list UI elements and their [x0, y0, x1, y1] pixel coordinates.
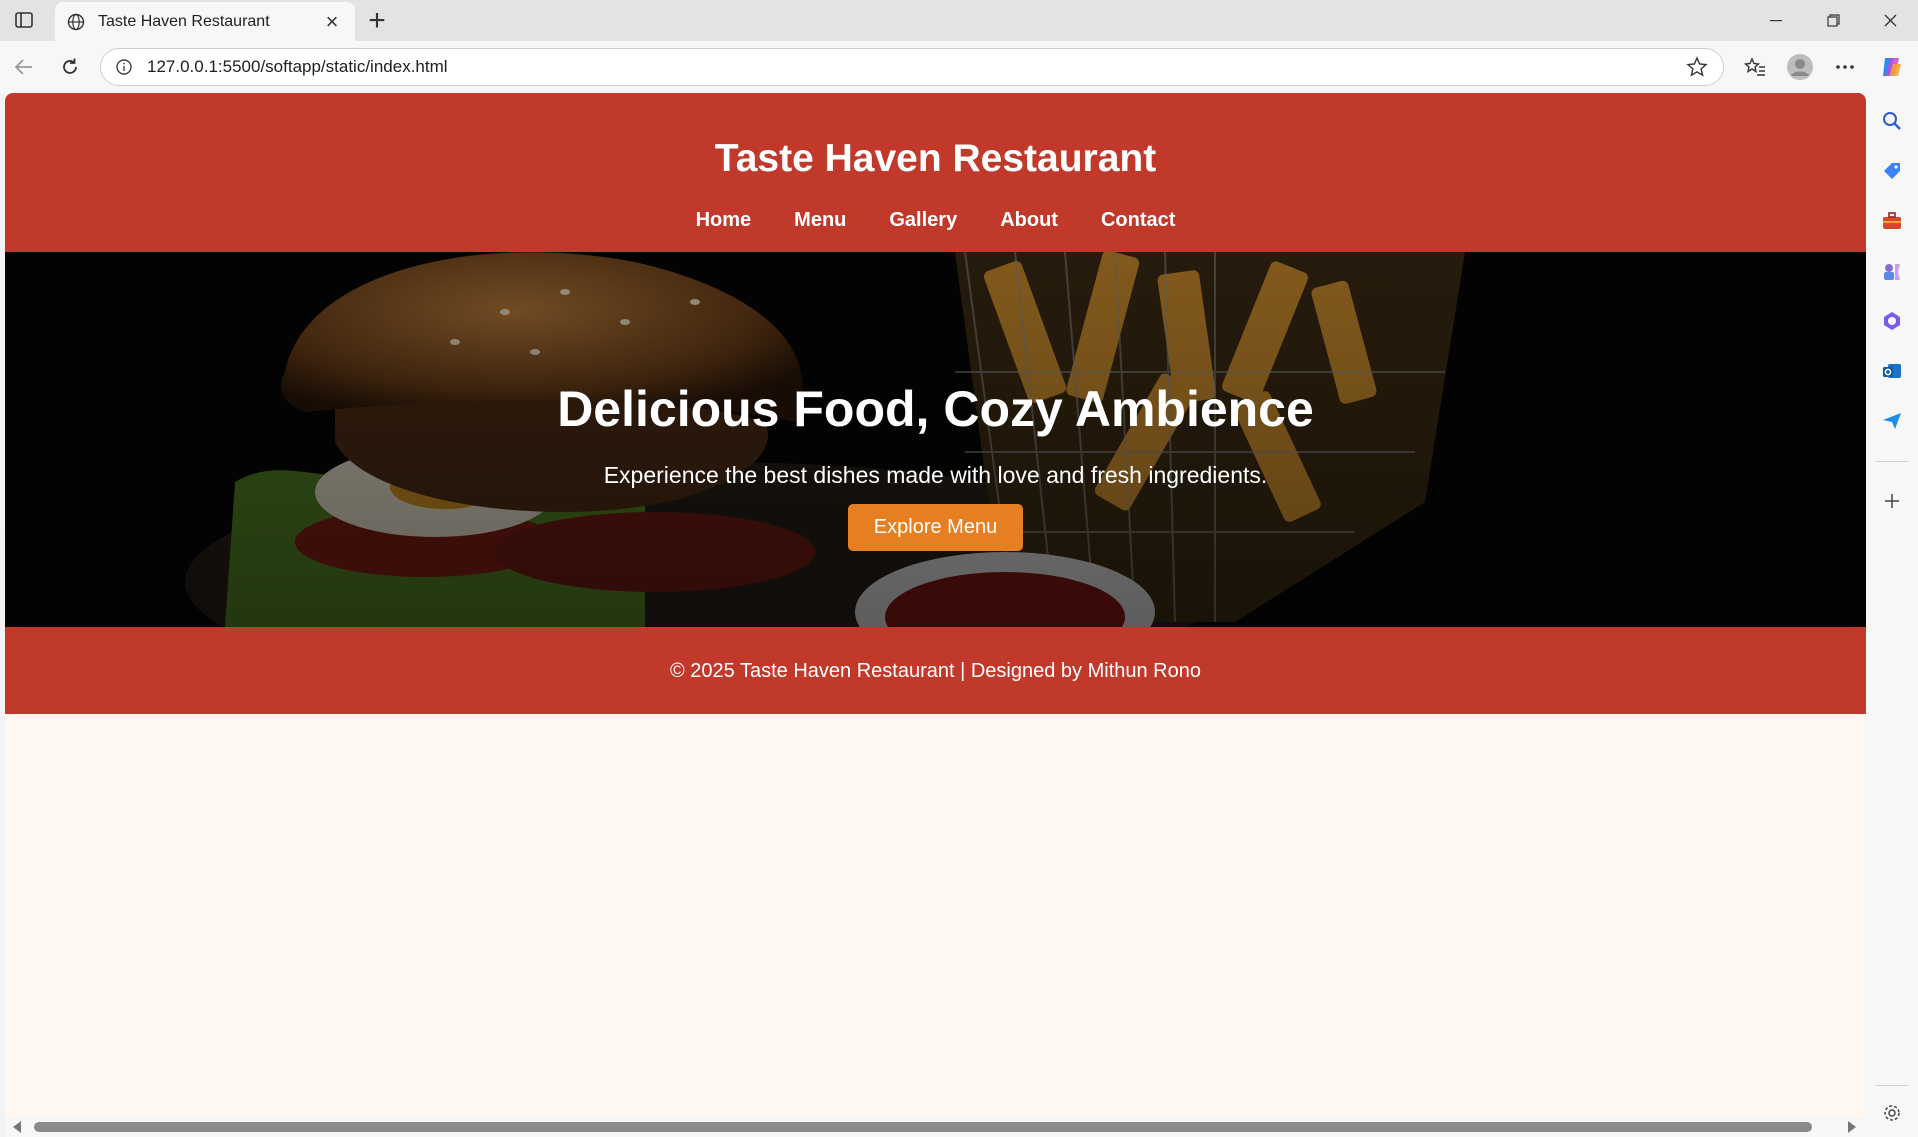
horizontal-scrollbar[interactable] [5, 1117, 1866, 1137]
tab-actions-icon[interactable] [10, 8, 38, 32]
url-text[interactable]: 127.0.0.1:5500/softapp/static/index.html [147, 57, 1685, 77]
browser-titlebar: Taste Haven Restaurant × + [0, 0, 1918, 41]
nav-link-contact[interactable]: Contact [1101, 209, 1175, 232]
settings-icon[interactable] [1878, 1099, 1906, 1127]
scrollbar-thumb[interactable] [34, 1122, 1812, 1132]
more-options-icon[interactable] [1829, 51, 1861, 83]
nav-link-home[interactable]: Home [696, 209, 752, 232]
site-footer: © 2025 Taste Haven Restaurant | Designed… [5, 627, 1866, 714]
hero-subtitle: Experience the best dishes made with lov… [603, 462, 1268, 488]
copilot-icon[interactable] [1876, 51, 1908, 83]
games-icon[interactable] [1878, 257, 1906, 285]
send-icon[interactable] [1878, 407, 1906, 435]
tab-close-icon[interactable]: × [321, 9, 343, 34]
nav-link-menu[interactable]: Menu [794, 209, 846, 232]
sidebar-divider [1876, 461, 1908, 462]
minimize-icon[interactable] [1748, 0, 1804, 41]
outlook-icon[interactable] [1878, 357, 1906, 385]
favorites-icon[interactable] [1739, 51, 1771, 83]
nav-link-about[interactable]: About [1000, 209, 1058, 232]
explore-menu-button[interactable]: Explore Menu [848, 504, 1023, 551]
tag-icon[interactable] [1878, 157, 1906, 185]
page-viewport: Taste Haven Restaurant Home Menu Gallery… [5, 93, 1866, 1137]
site-info-icon[interactable] [115, 57, 135, 77]
footer-text: © 2025 Taste Haven Restaurant | Designed… [670, 660, 1201, 682]
scroll-right-arrow-icon[interactable] [1848, 1121, 1856, 1133]
toolbox-icon[interactable] [1878, 207, 1906, 235]
sidebar-divider [1876, 1085, 1908, 1086]
site-title: Taste Haven Restaurant [714, 137, 1157, 180]
window-close-icon[interactable] [1862, 0, 1918, 41]
search-icon[interactable] [1878, 107, 1906, 135]
copilot-apps-icon[interactable] [1878, 307, 1906, 335]
address-bar[interactable]: 127.0.0.1:5500/softapp/static/index.html [100, 48, 1724, 86]
hero-background-image [5, 252, 1866, 627]
browser-sidebar [1866, 93, 1918, 1137]
site-nav: Home Menu Gallery About Contact [5, 209, 1866, 232]
hero-title: Delicious Food, Cozy Ambience [557, 381, 1314, 437]
restore-icon[interactable] [1805, 0, 1861, 41]
new-tab-button[interactable]: + [362, 6, 392, 36]
hero-section: Delicious Food, Cozy Ambience Experience… [5, 252, 1866, 627]
nav-link-gallery[interactable]: Gallery [889, 209, 957, 232]
back-arrow-icon[interactable] [8, 51, 40, 83]
site-header: Taste Haven Restaurant Home Menu Gallery… [5, 93, 1866, 252]
add-icon[interactable] [1878, 487, 1906, 515]
scroll-left-arrow-icon[interactable] [13, 1121, 21, 1133]
browser-tab[interactable]: Taste Haven Restaurant × [55, 2, 355, 41]
tab-title: Taste Haven Restaurant [98, 12, 270, 30]
browser-toolbar: 127.0.0.1:5500/softapp/static/index.html [0, 41, 1918, 93]
favorite-star-icon[interactable] [1685, 55, 1709, 79]
globe-icon [67, 12, 87, 32]
reload-icon[interactable] [54, 51, 86, 83]
profile-avatar-icon[interactable] [1784, 51, 1816, 83]
